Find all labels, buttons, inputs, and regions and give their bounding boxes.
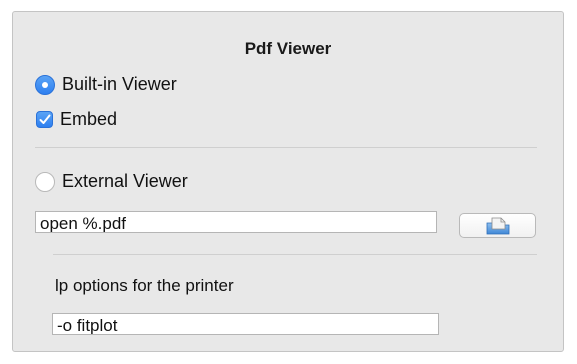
embed-label: Embed: [60, 109, 118, 129]
separator: [53, 254, 537, 255]
external-viewer-option[interactable]: External Viewer: [35, 171, 188, 192]
lp-options-label: lp options for the printer: [55, 276, 234, 295]
embed-checkbox[interactable]: [36, 111, 53, 128]
builtin-viewer-radio[interactable]: [35, 74, 55, 95]
external-viewer-label: External Viewer: [62, 171, 188, 191]
separator: [35, 147, 537, 148]
browse-button[interactable]: [459, 213, 536, 238]
document-folder-icon: [486, 217, 509, 234]
lp-options-field[interactable]: -o fitplot: [52, 313, 439, 335]
external-viewer-radio[interactable]: [35, 171, 55, 192]
panel-title: Pdf Viewer: [244, 39, 332, 58]
embed-option[interactable]: Embed: [36, 109, 117, 130]
checkmark-icon: [39, 114, 50, 124]
pdf-viewer-panel: Pdf Viewer Built-in Viewer Embed Externa…: [12, 11, 564, 352]
builtin-viewer-label: Built-in Viewer: [62, 74, 177, 94]
builtin-viewer-option[interactable]: Built-in Viewer: [35, 74, 177, 95]
viewer-command-field[interactable]: open %.pdf: [35, 211, 437, 233]
